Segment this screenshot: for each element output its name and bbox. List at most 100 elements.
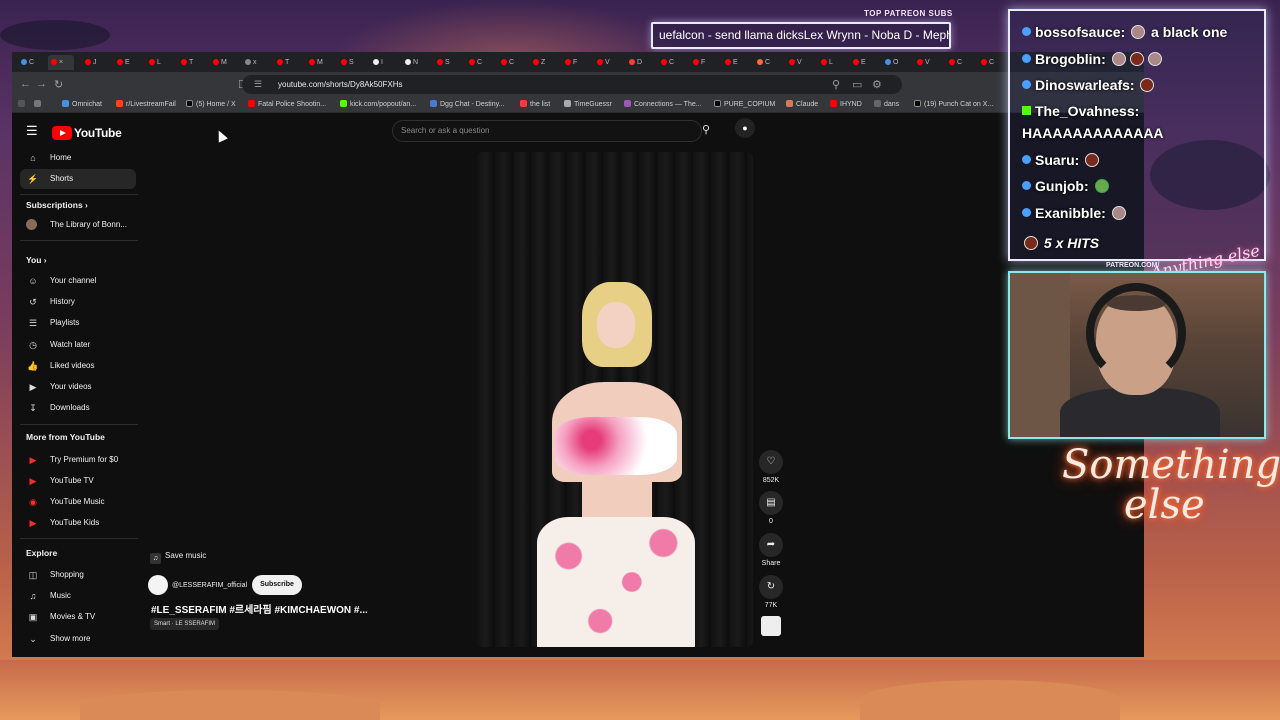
- browser-tab[interactable]: x: [242, 55, 264, 70]
- sidebar-item-youtube-music[interactable]: ◉ YouTube Music: [20, 492, 136, 512]
- browser-tab[interactable]: C: [978, 55, 1000, 70]
- browser-tab[interactable]: S: [434, 55, 456, 70]
- browser-tab[interactable]: V: [594, 55, 616, 70]
- browser-tab[interactable]: O: [882, 55, 904, 70]
- share-button[interactable]: ➦ Share: [758, 533, 784, 567]
- browser-tab[interactable]: C: [466, 55, 488, 70]
- browser-tab[interactable]: F: [690, 55, 712, 70]
- youtube-tv-icon: ▶: [29, 476, 37, 486]
- bookmark-item[interactable]: Omnichat: [62, 100, 102, 108]
- cast-icon[interactable]: ▭: [852, 78, 862, 91]
- address-bar[interactable]: ☰ youtube.com/shorts/Dy8Ak50FXHs: [242, 75, 902, 94]
- browser-tab[interactable]: F: [562, 55, 584, 70]
- browser-tab[interactable]: T: [274, 55, 296, 70]
- sidebar-item-show-more[interactable]: ⌄ Show more: [20, 629, 136, 649]
- browser-tab[interactable]: E: [722, 55, 744, 70]
- browser-tab[interactable]: C: [946, 55, 968, 70]
- browser-tab[interactable]: V: [914, 55, 936, 70]
- sidebar-item-home[interactable]: ⌂ Home: [20, 148, 136, 168]
- share-icon: ➦: [759, 533, 783, 557]
- video-frame-figure: [582, 477, 652, 522]
- remix-button[interactable]: ↻ 77K: [758, 575, 784, 609]
- sidebar-item-youtube-tv[interactable]: ▶ YouTube TV: [20, 471, 136, 491]
- sidebar-item-youtube-kids[interactable]: ▶ YouTube Kids: [20, 513, 136, 533]
- divider: [20, 194, 138, 195]
- youtube-logo[interactable]: YouTube: [52, 124, 122, 140]
- hamburger-menu-icon[interactable]: ☰: [26, 123, 38, 139]
- sidebar-item-your-videos[interactable]: ▶ Your videos: [20, 377, 136, 397]
- bookmark-item[interactable]: Claude: [786, 100, 818, 108]
- browser-tab[interactable]: I: [370, 55, 392, 70]
- extensions-icon[interactable]: ⚙: [872, 78, 882, 91]
- bookmark-item[interactable]: kick.com/popout/an...: [340, 100, 416, 108]
- reload-icon[interactable]: ↻: [54, 78, 63, 91]
- bookmark-item[interactable]: TimeGuessr: [564, 100, 612, 108]
- browser-tab[interactable]: C: [754, 55, 776, 70]
- browser-tab[interactable]: M: [306, 55, 328, 70]
- chevron-down-icon: ⌄: [29, 634, 37, 644]
- bookmark-item[interactable]: (5) Home / X: [186, 100, 236, 108]
- browser-tab[interactable]: C: [18, 55, 40, 70]
- song-chip[interactable]: Smart · LE SSERAFIM: [150, 618, 220, 630]
- section-you[interactable]: You ›: [26, 255, 47, 265]
- browser-tab[interactable]: T: [178, 55, 200, 70]
- grid-icon[interactable]: [34, 100, 44, 108]
- subscribe-button[interactable]: Subscribe: [252, 575, 302, 595]
- history-icon: ↺: [29, 297, 37, 307]
- browser-tab[interactable]: L: [818, 55, 840, 70]
- forward-icon[interactable]: →: [36, 78, 47, 90]
- site-info-icon[interactable]: ☰: [254, 75, 262, 94]
- sidebar-item-shopping[interactable]: ◫ Shopping: [20, 565, 136, 585]
- short-video-player[interactable]: [477, 152, 753, 647]
- chat-message: Gunjob:: [1022, 178, 1111, 194]
- short-title[interactable]: #LE_SSERAFIM #르세라핌 #KIMCHAEWON #...: [151, 601, 368, 616]
- bookmark-item[interactable]: Dgg Chat - Destiny...: [430, 100, 504, 108]
- bookmark-item[interactable]: PURE_COPIUM: [714, 100, 775, 108]
- back-icon[interactable]: ←: [20, 78, 31, 90]
- bookmark-item[interactable]: IHYND: [830, 100, 862, 108]
- sidebar-item-movies[interactable]: ▣ Movies & TV: [20, 607, 136, 627]
- bookmark-item[interactable]: (19) Punch Cat on X...: [914, 100, 993, 108]
- sidebar-item-premium[interactable]: ▶ Try Premium for $0: [20, 450, 136, 470]
- sidebar-item-subscription[interactable]: The Library of Bonn...: [20, 215, 136, 235]
- browser-tab[interactable]: J: [82, 55, 104, 70]
- apps-icon[interactable]: [18, 100, 28, 108]
- browser-tab[interactable]: L: [146, 55, 168, 70]
- sidebar-item-history[interactable]: ↺ History: [20, 292, 136, 312]
- sound-thumbnail[interactable]: [758, 616, 784, 639]
- channel-link[interactable]: @LESSERAFIM_official: [148, 575, 247, 595]
- like-button[interactable]: ♡ 852K: [758, 450, 784, 484]
- browser-tab-active[interactable]: ×: [48, 55, 74, 70]
- bookmark-item[interactable]: Connections — The...: [624, 100, 702, 108]
- search-input[interactable]: Search or ask a question: [392, 120, 702, 142]
- microphone-icon[interactable]: ●: [735, 118, 755, 138]
- browser-tab[interactable]: E: [114, 55, 136, 70]
- sidebar-item-playlists[interactable]: ☰ Playlists: [20, 313, 136, 333]
- browser-tab[interactable]: V: [786, 55, 808, 70]
- browser-tab[interactable]: Z: [530, 55, 552, 70]
- divider: [20, 538, 138, 539]
- save-music-button[interactable]: ♫ Save music: [150, 551, 206, 564]
- browser-tab[interactable]: N: [402, 55, 424, 70]
- sidebar-item-liked-videos[interactable]: 👍 Liked videos: [20, 356, 136, 376]
- sidebar-item-your-channel[interactable]: ☺ Your channel: [20, 271, 136, 291]
- sidebar-item-downloads[interactable]: ↧ Downloads: [20, 398, 136, 418]
- shorts-icon: ⚡: [27, 174, 39, 184]
- browser-tab[interactable]: D: [626, 55, 648, 70]
- comments-button[interactable]: ▤ 0: [758, 491, 784, 525]
- section-subscriptions[interactable]: Subscriptions ›: [26, 200, 88, 210]
- zoom-icon[interactable]: ⚲: [832, 78, 840, 91]
- bookmark-item[interactable]: r/LivestreamFail: [116, 100, 176, 108]
- browser-tab[interactable]: S: [338, 55, 360, 70]
- sidebar-item-watch-later[interactable]: ◷ Watch later: [20, 335, 136, 355]
- sidebar-item-music[interactable]: ♫ Music: [20, 586, 136, 606]
- browser-tab[interactable]: E: [850, 55, 872, 70]
- bookmark-item[interactable]: the list: [520, 100, 550, 108]
- search-icon[interactable]: ⚲: [702, 123, 710, 136]
- browser-tab[interactable]: M: [210, 55, 232, 70]
- browser-tab[interactable]: C: [498, 55, 520, 70]
- sidebar-item-shorts[interactable]: ⚡ Shorts: [20, 169, 136, 189]
- browser-tab[interactable]: C: [658, 55, 680, 70]
- bookmark-item[interactable]: Fatal Police Shootin...: [248, 100, 326, 108]
- bookmark-item[interactable]: dans: [874, 100, 899, 108]
